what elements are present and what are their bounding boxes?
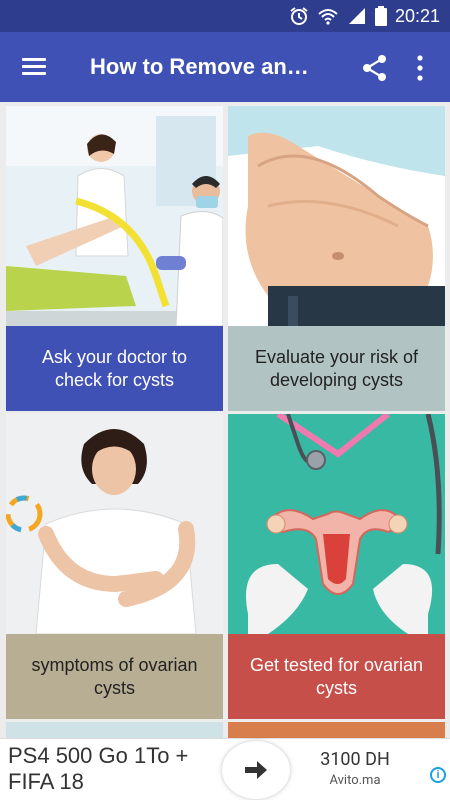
- uterus-model-photo: [228, 414, 445, 634]
- card-partial-left[interactable]: [6, 722, 223, 738]
- card-partial-right[interactable]: [228, 722, 445, 738]
- status-bar: 20:21: [0, 0, 450, 32]
- alarm-icon: [290, 7, 308, 25]
- app-bar: How to Remove an…: [0, 32, 450, 102]
- battery-icon: [374, 6, 387, 26]
- woman-abdominal-pain-photo: [6, 414, 223, 634]
- arrow-right-icon: [245, 761, 267, 779]
- ad-title: PS4 500 Go 1To + FIFA 18: [8, 743, 189, 794]
- ad-go-button[interactable]: [222, 741, 290, 799]
- card-caption: Get tested for ovarian cysts: [228, 634, 445, 719]
- signal-icon: [348, 8, 365, 24]
- doctor-exam-photo: [6, 106, 223, 326]
- card-caption: Evaluate your risk of developing cysts: [228, 326, 445, 411]
- card-caption: symptoms of ovarian cysts: [6, 634, 223, 719]
- ad-site: Avito.ma: [329, 773, 381, 788]
- ad-price: 3100 DH: [320, 749, 390, 770]
- topic-grid: Ask your doctor to check for cysts Evalu…: [0, 102, 450, 738]
- card-symptoms[interactable]: symptoms of ovarian cysts: [6, 414, 223, 719]
- hamburger-menu-icon[interactable]: [20, 54, 50, 80]
- ad-banner[interactable]: PS4 500 Go 1To + FIFA 18 3100 DH Avito.m…: [0, 738, 450, 800]
- share-icon[interactable]: [360, 53, 390, 83]
- app-title: How to Remove an…: [90, 54, 309, 79]
- status-time: 20:21: [394, 5, 440, 26]
- status-icons: 20:21: [289, 0, 440, 32]
- ad-info-icon[interactable]: i: [430, 767, 446, 783]
- card-evaluate-risk[interactable]: Evaluate your risk of developing cysts: [228, 106, 445, 411]
- card-caption: Ask your doctor to check for cysts: [6, 326, 223, 411]
- card-get-tested[interactable]: Get tested for ovarian cysts: [228, 414, 445, 719]
- abdomen-photo: [228, 106, 445, 326]
- card-doctor-check[interactable]: Ask your doctor to check for cysts: [6, 106, 223, 411]
- wifi-icon: [318, 9, 338, 25]
- more-vert-icon[interactable]: [408, 53, 432, 83]
